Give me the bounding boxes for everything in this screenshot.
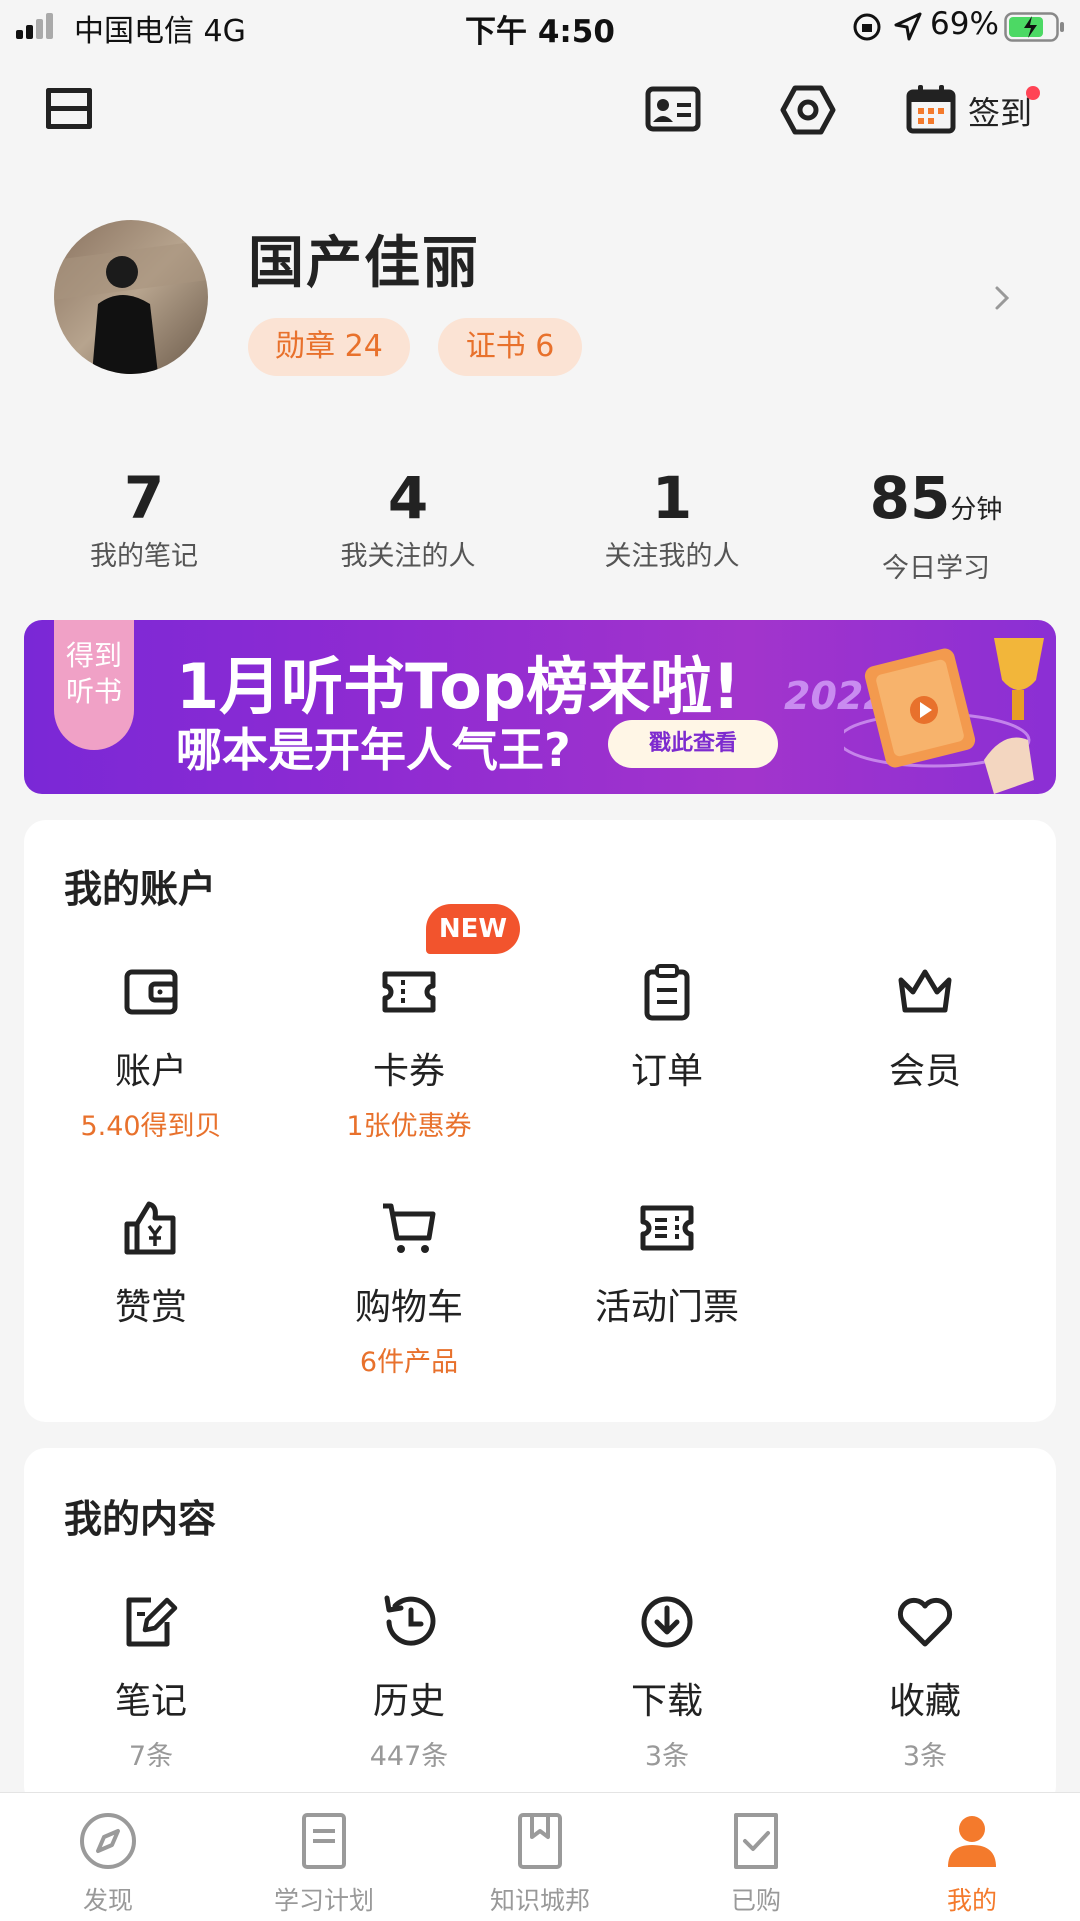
- location-icon: [894, 12, 922, 41]
- battery-icon: [1004, 12, 1064, 42]
- bookmark-book-icon: [518, 1813, 562, 1869]
- banner-tag-line2: 听书: [65, 675, 122, 708]
- tab-discover[interactable]: 发现: [0, 1793, 216, 1921]
- status-bar: 中国电信 4G 下午 4:50 69%: [0, 0, 1080, 54]
- account-item-orders[interactable]: 订单: [538, 962, 796, 1094]
- item-label: 笔记: [114, 1681, 187, 1722]
- rotation-lock-icon: [853, 13, 881, 41]
- stat-value: 1: [651, 464, 693, 532]
- item-sub: 3条: [644, 1741, 690, 1772]
- trophy-book-illustration: [844, 638, 1044, 794]
- cart-icon: [383, 1203, 436, 1253]
- stat-unit: 分钟: [950, 495, 1003, 525]
- content-item-downloads[interactable]: 下载 3条: [538, 1592, 796, 1773]
- stat-value: 7: [123, 464, 165, 532]
- stat-label: 今日学习: [882, 553, 990, 584]
- tab-mine[interactable]: 我的: [864, 1793, 1080, 1921]
- stat-today-study[interactable]: 85分钟 今日学习: [804, 466, 1068, 585]
- menu-icon[interactable]: [44, 84, 96, 134]
- item-label: 订单: [630, 1051, 703, 1092]
- account-item-coupons[interactable]: 卡券 1张优惠券: [280, 962, 538, 1143]
- banner-view-button[interactable]: 戳此查看: [608, 720, 778, 768]
- stat-following[interactable]: 4 我关注的人: [276, 466, 540, 573]
- content-item-favorites[interactable]: 收藏 3条: [796, 1592, 1054, 1773]
- stat-notes[interactable]: 7 我的笔记: [12, 466, 276, 573]
- item-label: 会员: [888, 1051, 961, 1092]
- purchased-check-icon: [734, 1813, 778, 1869]
- avatar-photo: [54, 220, 208, 374]
- account-item-wallet[interactable]: 账户 5.40得到贝: [22, 962, 280, 1143]
- content-item-notes[interactable]: 笔记 7条: [22, 1592, 280, 1773]
- item-sub: 3条: [902, 1741, 948, 1772]
- account-item-event-tickets[interactable]: 活动门票: [538, 1198, 796, 1330]
- item-label: 卡券: [372, 1051, 445, 1092]
- item-label: 收藏: [888, 1681, 961, 1722]
- crown-icon: [898, 969, 952, 1013]
- download-icon: [641, 1596, 693, 1648]
- item-label: 下载: [630, 1681, 703, 1722]
- promo-banner[interactable]: 得到 听书 1月听书Top榜来啦! 哪本是开年人气王? 戳此查看 2022: [24, 620, 1056, 794]
- item-sub: 447条: [369, 1741, 449, 1772]
- heart-icon: [897, 1597, 953, 1647]
- banner-title: 1月听书Top榜来啦!: [176, 650, 741, 723]
- content-item-history[interactable]: 历史 447条: [280, 1592, 538, 1773]
- tab-knowledge-city[interactable]: 知识城邦: [432, 1793, 648, 1921]
- tab-label: 我的: [946, 1886, 997, 1915]
- id-card-icon[interactable]: [645, 86, 701, 132]
- settings-hexagon-icon[interactable]: [780, 84, 836, 136]
- stat-value: 85: [869, 464, 951, 532]
- plan-doc-icon: [302, 1813, 346, 1869]
- item-sub: 7条: [128, 1741, 174, 1772]
- tab-study-plan[interactable]: 学习计划: [216, 1793, 432, 1921]
- clipboard-icon: [644, 964, 690, 1021]
- account-item-tips[interactable]: 赞赏: [22, 1198, 280, 1330]
- banner-tag: 得到 听书: [54, 620, 134, 750]
- stat-value: 4: [387, 464, 429, 532]
- tab-label: 发现: [82, 1886, 133, 1915]
- account-item-cart[interactable]: 购物车 6件产品: [280, 1198, 538, 1379]
- wallet-icon: [124, 969, 178, 1015]
- note-edit-icon: [126, 1597, 178, 1647]
- tab-label: 已购: [730, 1886, 781, 1915]
- item-sub: 1张优惠券: [346, 1111, 472, 1142]
- item-label: 赞赏: [114, 1287, 187, 1328]
- history-icon: [384, 1595, 436, 1646]
- sign-in-label[interactable]: 签到: [968, 88, 1032, 134]
- item-sub: 5.40得到贝: [80, 1111, 222, 1142]
- thumbs-up-yen-icon: [124, 1201, 176, 1255]
- banner-subtitle: 哪本是开年人气王?: [176, 723, 571, 777]
- stat-label: 我的笔记: [90, 541, 198, 572]
- item-label: 购物车: [354, 1287, 463, 1328]
- account-item-membership[interactable]: 会员: [796, 962, 1054, 1094]
- medal-badge[interactable]: 勋章 24: [248, 318, 410, 376]
- bottom-tab-bar: 发现 学习计划 知识城邦 已购 我的: [0, 1792, 1080, 1921]
- tab-purchased[interactable]: 已购: [648, 1793, 864, 1921]
- compass-icon: [80, 1813, 136, 1869]
- account-section-title: 我的账户: [64, 867, 217, 911]
- item-label: 历史: [372, 1681, 445, 1722]
- stat-followers[interactable]: 1 关注我的人: [540, 466, 804, 573]
- item-label: 账户: [114, 1051, 187, 1092]
- certificate-badge[interactable]: 证书 6: [438, 318, 582, 376]
- chevron-right-icon[interactable]: [992, 284, 1012, 312]
- stat-label: 关注我的人: [604, 541, 740, 572]
- calendar-icon: [906, 85, 956, 134]
- banner-tag-line1: 得到: [65, 639, 122, 672]
- tab-label: 知识城邦: [489, 1886, 590, 1915]
- notification-dot: [1026, 86, 1040, 100]
- item-sub: 6件产品: [359, 1347, 459, 1378]
- content-section-title: 我的内容: [64, 1497, 217, 1541]
- stat-label: 我关注的人: [340, 541, 476, 572]
- item-label: 活动门票: [594, 1287, 739, 1328]
- tab-label: 学习计划: [273, 1886, 374, 1915]
- avatar[interactable]: [54, 220, 208, 374]
- new-badge: NEW: [426, 904, 520, 954]
- username[interactable]: 国产佳丽: [248, 218, 480, 299]
- person-icon: [948, 1816, 996, 1867]
- coupon-icon: [382, 971, 436, 1013]
- battery-percent: 69%: [930, 6, 999, 42]
- ticket-icon: [640, 1205, 694, 1251]
